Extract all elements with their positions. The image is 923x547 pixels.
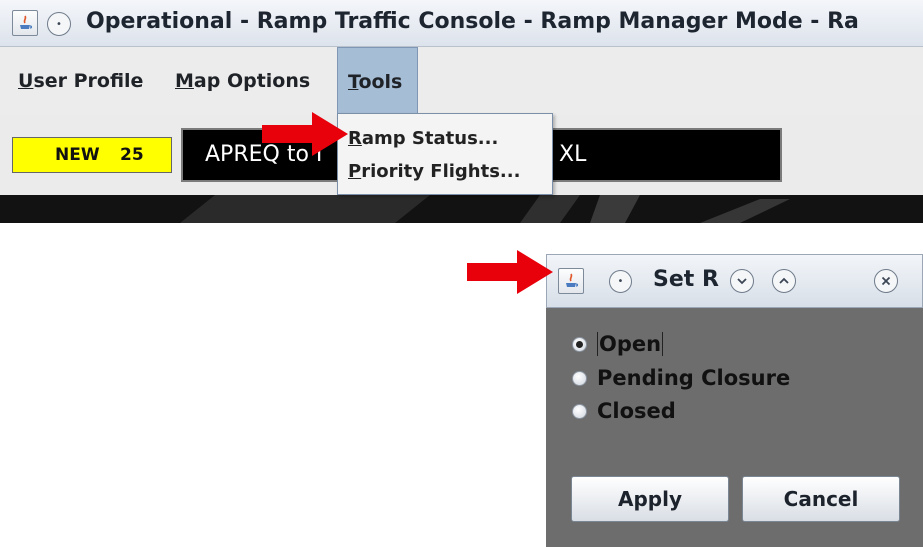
dialog-title: Set R xyxy=(653,267,719,292)
radio-pending-closure-label: Pending Closure xyxy=(597,366,791,390)
maximize-icon[interactable] xyxy=(772,269,796,293)
tools-dropdown-menu: Ramp Status... Priority Flights... xyxy=(337,113,553,195)
radio-open-label: Open xyxy=(597,332,664,356)
menu-user-profile-mnemonic: U xyxy=(18,70,34,92)
radio-button[interactable] xyxy=(572,370,587,386)
menu-tools[interactable]: Tools xyxy=(337,47,418,115)
ramp-status-mnemonic: R xyxy=(348,128,362,149)
radio-button[interactable] xyxy=(572,336,587,352)
new-label: NEW xyxy=(55,145,100,165)
java-app-icon[interactable] xyxy=(12,10,38,36)
menu-map-options-label: ap Options xyxy=(193,70,311,92)
circle-menu-icon[interactable]: • xyxy=(47,12,71,36)
new-count: 25 xyxy=(120,145,144,165)
menu-tools-mnemonic: T xyxy=(348,71,359,93)
close-icon[interactable] xyxy=(874,269,898,293)
menu-item-priority-flights[interactable]: Priority Flights... xyxy=(348,161,520,182)
dialog-title-bar: • Set R xyxy=(546,254,923,308)
red-arrow-icon xyxy=(262,112,348,156)
menu-map-options[interactable]: Map Options xyxy=(175,47,310,115)
radio-pending-closure[interactable]: Pending Closure xyxy=(572,362,790,394)
menu-tools-label: ools xyxy=(358,71,403,93)
priority-flights-mnemonic: P xyxy=(348,161,362,182)
minimize-icon[interactable] xyxy=(730,269,754,293)
red-arrow-icon xyxy=(467,250,553,294)
set-ramp-status-dialog: • Set R Open Pending Closure Closed Appl… xyxy=(546,254,923,547)
radio-closed[interactable]: Closed xyxy=(572,395,676,427)
new-count-badge[interactable]: NEW 25 xyxy=(12,137,172,173)
map-view[interactable] xyxy=(0,195,923,223)
window-title: Operational - Ramp Traffic Console - Ram… xyxy=(86,9,859,34)
priority-flights-label: riority Flights... xyxy=(361,161,521,182)
radio-open[interactable]: Open xyxy=(572,328,664,360)
menu-user-profile[interactable]: User Profile xyxy=(18,47,143,115)
ramp-status-label: amp Status... xyxy=(361,128,499,149)
cancel-button[interactable]: Cancel xyxy=(742,476,900,522)
java-app-icon[interactable] xyxy=(558,268,584,294)
menu-bar: User Profile Map Options Tools xyxy=(0,47,923,115)
radio-button[interactable] xyxy=(572,403,587,419)
menu-item-ramp-status[interactable]: Ramp Status... xyxy=(348,128,498,149)
message-text-suffix: XL xyxy=(559,142,587,167)
apply-button[interactable]: Apply xyxy=(571,476,729,522)
main-title-bar: • Operational - Ramp Traffic Console - R… xyxy=(0,0,923,47)
circle-menu-icon[interactable]: • xyxy=(609,270,632,293)
menu-user-profile-label: ser Profile xyxy=(33,70,144,92)
radio-closed-label: Closed xyxy=(597,399,676,423)
menu-map-options-mnemonic: M xyxy=(175,70,194,92)
